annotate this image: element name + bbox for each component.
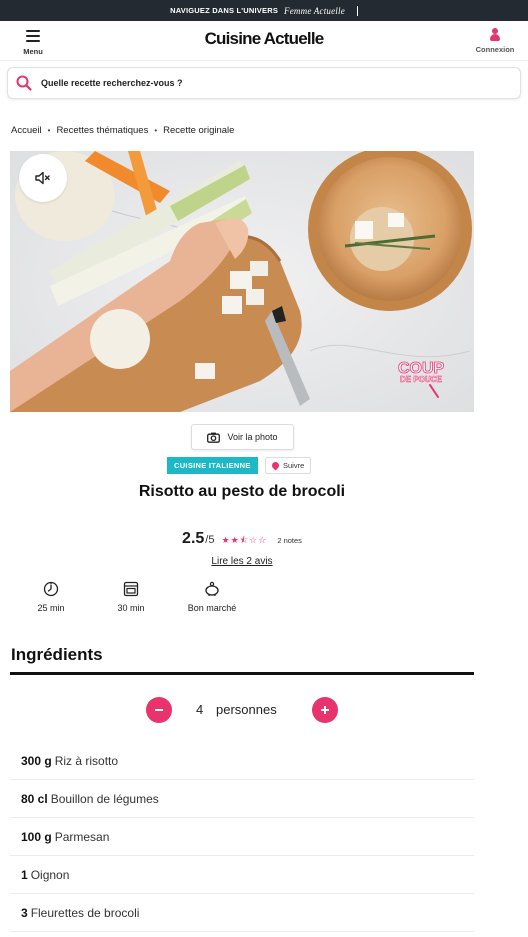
- cook-time: 30 min: [91, 581, 171, 613]
- cook-time-value: 30 min: [117, 603, 145, 613]
- category-tag[interactable]: CUISINE ITALIENNE: [167, 457, 258, 474]
- breadcrumb: Accueil • Recettes thématiques • Recette…: [11, 125, 235, 136]
- video-frame: COUP DE POUCE: [10, 151, 474, 412]
- ingredient-qty: 100 g: [21, 829, 52, 844]
- timer-icon: [43, 581, 59, 597]
- star-icon: ☆: [258, 535, 268, 545]
- star-icon: ★: [230, 535, 240, 545]
- prep-time: 25 min: [11, 581, 91, 613]
- login-button[interactable]: Connexion: [472, 26, 518, 56]
- reviews-link-wrap: Lire les 2 avis: [0, 556, 484, 567]
- star-icon: ★: [221, 535, 231, 545]
- login-label: Connexion: [475, 45, 515, 54]
- ingredient-item: 100 g Parmesan: [10, 818, 474, 856]
- site-header: Menu Cuisine Actuelle Connexion: [0, 21, 528, 61]
- oven-icon: [123, 581, 139, 597]
- user-icon: [489, 28, 501, 42]
- ingredients-heading: Ingrédients: [11, 645, 103, 664]
- follow-label: Suivre: [283, 461, 305, 470]
- search-icon: [16, 75, 32, 91]
- search-input[interactable]: Quelle recette recherchez-vous ?: [7, 67, 521, 99]
- ingredient-qty: 80 cl: [21, 791, 48, 806]
- star-icon: ☆: [249, 535, 259, 545]
- ingredient-name: Riz à risotto: [54, 753, 119, 768]
- ingredient-item: 3 Fleurettes de brocoli: [10, 894, 474, 932]
- rating-stars: ★★⯪☆☆: [221, 533, 267, 549]
- servings-stepper: 4 personnes: [0, 697, 484, 724]
- prep-time-value: 25 min: [37, 603, 65, 613]
- recipe-title: Risotto au pesto de brocoli: [138, 483, 346, 500]
- breadcrumb-home[interactable]: Accueil: [11, 125, 42, 136]
- rating-max: /5: [205, 534, 215, 546]
- plus-icon: [321, 706, 329, 714]
- view-photo-button[interactable]: Voir la photo: [191, 424, 294, 450]
- ingredients-list: 300 g Riz à risotto 80 cl Bouillon de légu…: [10, 742, 474, 932]
- ingredient-name: Oignon: [30, 867, 70, 882]
- femme-actuelle-brand[interactable]: Femme Actuelle: [284, 6, 345, 16]
- ingredient-qty: 300 g: [21, 753, 52, 768]
- ingredient-name: Parmesan: [54, 829, 110, 844]
- ingredient-item: 80 cl Bouillon de légumes: [10, 780, 474, 818]
- search-placeholder: Quelle recette recherchez-vous ?: [41, 78, 183, 88]
- rating-count: 2 notes: [277, 536, 302, 545]
- network-text: NAVIGUEZ DANS L'UNIVERS: [170, 6, 279, 15]
- ingredient-item: 1 Oignon: [10, 856, 474, 894]
- view-photo-label: Voir la photo: [227, 432, 278, 442]
- rating-value: 2.5: [182, 530, 205, 547]
- servings-count: 4: [196, 702, 204, 717]
- ingredient-qty: 3: [21, 905, 28, 920]
- divider: [356, 5, 358, 16]
- increase-servings-button[interactable]: [312, 697, 338, 723]
- heart-icon: [270, 460, 281, 471]
- price-level: Bon marché: [172, 581, 252, 613]
- ingredient-name: Bouillon de légumes: [50, 791, 159, 806]
- recipe-rating: 2.5 /5 ★★⯪☆☆ 2 notes: [0, 530, 484, 549]
- follow-button[interactable]: Suivre: [265, 457, 312, 474]
- site-logo[interactable]: Cuisine Actuelle: [0, 29, 528, 49]
- svg-text:DE POUCE: DE POUCE: [400, 375, 442, 384]
- ingredient-item: 300 g Riz à risotto: [10, 742, 474, 780]
- network-bar[interactable]: NAVIGUEZ DANS L'UNIVERS Femme Actuelle: [0, 0, 528, 21]
- star-half-icon: ⯪: [239, 535, 250, 545]
- minus-icon: [155, 709, 163, 711]
- ingredient-name: Fleurettes de brocoli: [30, 905, 140, 920]
- price-level-value: Bon marché: [187, 603, 237, 613]
- decrease-servings-button[interactable]: [146, 697, 172, 723]
- servings-unit: personnes: [216, 702, 277, 717]
- mute-button[interactable]: [19, 154, 67, 202]
- ingredient-qty: 1: [21, 867, 28, 882]
- recipe-video[interactable]: COUP DE POUCE: [10, 151, 474, 412]
- breadcrumb-thematic[interactable]: Recettes thématiques: [56, 125, 148, 136]
- section-divider: [10, 672, 474, 675]
- speaker-muted-icon: [35, 171, 50, 185]
- breadcrumb-original[interactable]: Recette originale: [163, 125, 234, 136]
- piggy-bank-icon: [205, 581, 219, 596]
- camera-icon: [207, 432, 221, 443]
- read-reviews-link[interactable]: Lire les 2 avis: [211, 556, 272, 567]
